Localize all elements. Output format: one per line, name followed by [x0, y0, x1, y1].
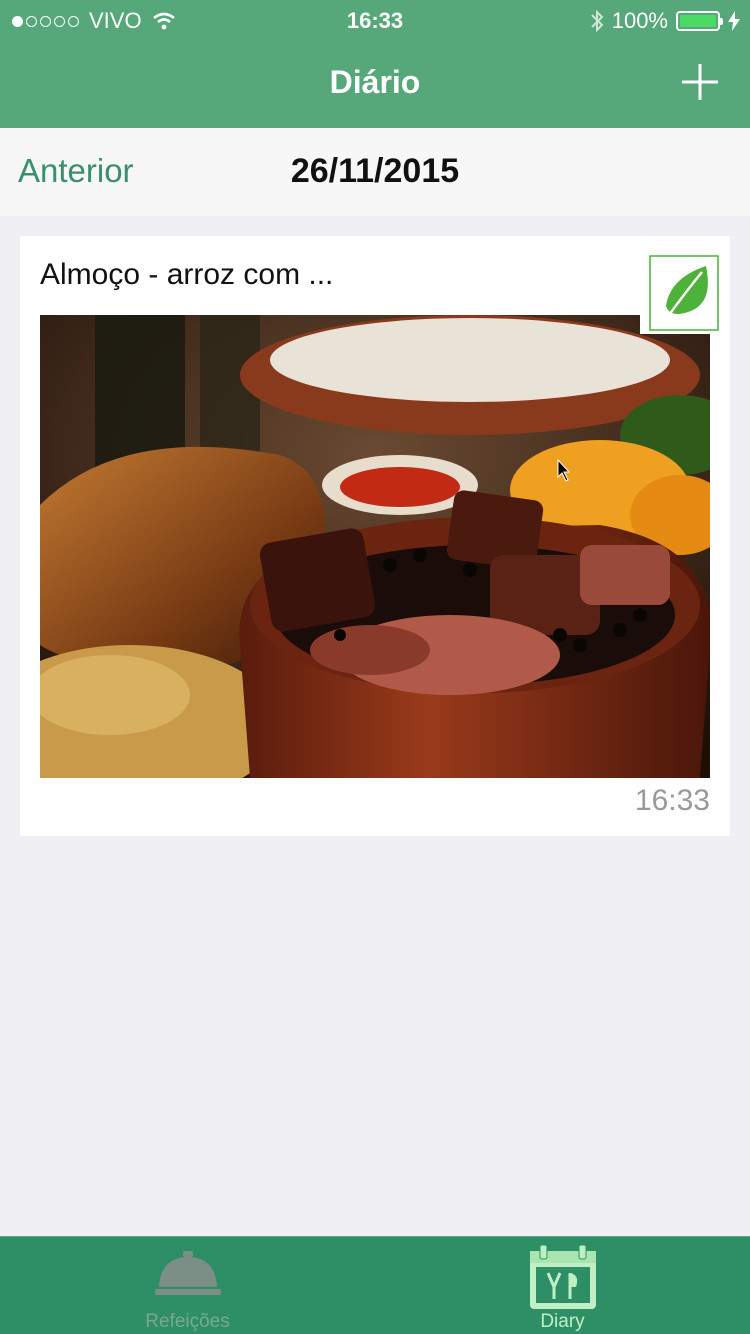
tab-diary[interactable]: Diary: [375, 1237, 750, 1334]
tab-refeicoes-label: Refeições: [145, 1311, 230, 1332]
status-right: 100%: [590, 8, 740, 34]
plus-icon: [682, 64, 718, 100]
meal-photo[interactable]: [40, 315, 710, 778]
add-entry-button[interactable]: [680, 62, 720, 102]
leaf-icon: [649, 255, 719, 331]
status-bar: VIVO 16:33 100%: [0, 0, 750, 40]
tab-diary-label: Diary: [540, 1311, 585, 1332]
tab-refeicoes[interactable]: Refeições: [0, 1237, 375, 1334]
tab-bar: Refeições Diary: [0, 1236, 750, 1334]
meal-photo-illustration: [40, 315, 710, 778]
top-bar: VIVO 16:33 100% Diário: [0, 0, 750, 128]
diary-entry-card[interactable]: Almoço - arroz com ... 16:33: [20, 236, 730, 836]
battery-icon: [676, 11, 723, 31]
date-navigation-bar: Anterior 26/11/2015: [0, 128, 750, 216]
healthy-badge: [640, 252, 728, 334]
current-date: 26/11/2015: [290, 152, 460, 190]
calendar-cutlery-icon: [529, 1244, 596, 1309]
battery-percent: 100%: [611, 8, 668, 33]
page-title: Diário: [329, 64, 421, 100]
entry-time: 16:33: [634, 784, 710, 817]
entry-title: Almoço - arroz com ...: [40, 258, 334, 291]
cloche-icon: [154, 1251, 221, 1295]
charging-icon: [728, 11, 740, 31]
bluetooth-icon: [591, 9, 604, 33]
